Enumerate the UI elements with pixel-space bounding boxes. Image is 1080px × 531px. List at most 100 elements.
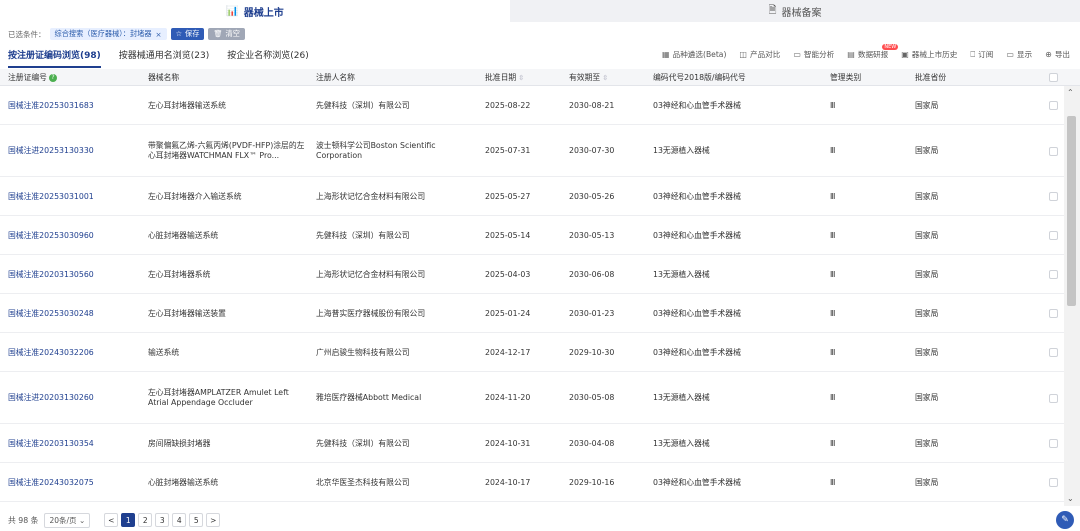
col-valid-until[interactable]: 有效期至 ⇳ (569, 72, 608, 83)
cell-mgmt-class: Ⅲ (830, 393, 836, 402)
table-row[interactable]: 国械注准20243032075 心脏封堵器输送系统 北京华医圣杰科技有限公司 2024… (0, 463, 1064, 502)
row-checkbox[interactable] (1049, 439, 1058, 448)
export-icon: ⊕ (1045, 50, 1052, 59)
cell-registrant: 先健科技（深圳）有限公司 (316, 231, 410, 240)
col-approval-date[interactable]: 批准日期 ⇳ (485, 72, 524, 83)
cell-reg-no[interactable]: 国械注准20243032075 (8, 478, 168, 488)
tab-browse-by-reg-no[interactable]: 按注册证编码浏览(98) (8, 48, 101, 68)
cell-valid-until: 2030-07-30 (569, 146, 615, 155)
filter-chip[interactable]: 综合搜索（医疗器械）：封堵器 × (49, 28, 167, 40)
cell-approval-date: 2025-08-22 (485, 101, 531, 110)
help-icon[interactable]: ? (48, 73, 57, 82)
listing-history-button[interactable]: ▣ 器械上市历史 (901, 49, 957, 60)
clear-button[interactable]: 🗑 清空 (208, 28, 245, 40)
row-checkbox[interactable] (1049, 348, 1058, 357)
cell-reg-no[interactable]: 国械注准20253030248 (8, 309, 168, 319)
subscribe-button[interactable]: ⎕ 订阅 (970, 49, 993, 60)
save-label: 保存 (185, 29, 200, 38)
sort-icon[interactable]: ⇳ (518, 74, 524, 82)
cell-reg-no[interactable]: 国械注准20253030960 (8, 231, 168, 241)
cell-reg-no[interactable]: 国械注准20253031683 (8, 101, 168, 111)
table-row[interactable]: 国械注准20253030248 左心耳封堵器输送装置 上海普实医疗器械股份有限公司 2… (0, 294, 1064, 333)
page-button[interactable]: 2 (138, 513, 153, 527)
cell-device-name: 带聚偏氟乙烯-六氟丙烯(PVDF-HFP)涂层的左心耳封堵器WATCHMAN F… (148, 141, 305, 160)
table-row[interactable]: 国械注准20253031683 左心耳封堵器输送系统 先健科技（深圳）有限公司 202… (0, 86, 1064, 125)
bar-chart-icon: 📊 (226, 5, 239, 17)
page-button[interactable]: 4 (172, 513, 187, 527)
table-row[interactable]: 国械注准20253031001 左心耳封堵器介入输送系统 上海形状记忆合金材料有限公… (0, 177, 1064, 216)
cell-code: 03神经和心血管手术器械 (653, 309, 741, 318)
tab-device-filing[interactable]: 🗎 器械备案 (510, 0, 1080, 22)
table-row[interactable]: 国械注准20243032206 输送系统 广州启骏生物科技有限公司 2024-12-1… (0, 333, 1064, 372)
cell-province: 国家局 (915, 231, 939, 240)
cell-registrant: 先健科技（深圳）有限公司 (316, 101, 410, 110)
table-row[interactable]: 国械注进20203130260 左心耳封堵器AMPLATZER Amulet Le… (0, 372, 1064, 424)
chevron-down-icon[interactable]: ⌄ (1067, 494, 1074, 503)
row-checkbox[interactable] (1049, 394, 1058, 403)
table-row[interactable]: 国械注准20203130354 房间隔缺损封堵器 先健科技（深圳）有限公司 2024-… (0, 424, 1064, 463)
cell-province: 国家局 (915, 309, 939, 318)
cell-device-name: 房间隔缺损封堵器 (148, 439, 211, 448)
page-button[interactable]: 1 (121, 513, 136, 527)
cell-reg-no[interactable]: 国械注准20203130354 (8, 439, 168, 449)
page-button[interactable]: 3 (155, 513, 170, 527)
row-checkbox[interactable] (1049, 147, 1058, 156)
cell-approval-date: 2025-04-03 (485, 270, 531, 279)
row-checkbox[interactable] (1049, 231, 1058, 240)
cell-code: 13无源植入器械 (653, 146, 710, 155)
row-checkbox[interactable] (1049, 192, 1058, 201)
data-report-button[interactable]: ▤ 数据研报 NEW (847, 44, 899, 60)
trash-icon: 🗑 (213, 29, 223, 38)
row-checkbox[interactable] (1049, 101, 1058, 110)
page-button[interactable]: 5 (189, 513, 204, 527)
cell-reg-no[interactable]: 国械注准20253031001 (8, 192, 168, 202)
cell-reg-no[interactable]: 国械注准20243032206 (8, 348, 168, 358)
scroll-thumb[interactable] (1067, 116, 1076, 306)
smart-analysis-button[interactable]: ▭ 智能分析 (793, 49, 834, 60)
monitor-icon: ▭ (793, 50, 801, 59)
filter-chip-text: 综合搜索（医疗器械）：封堵器 (54, 29, 152, 38)
next-page-button[interactable]: > (206, 513, 221, 527)
cell-valid-until: 2030-04-08 (569, 439, 615, 448)
export-button[interactable]: ⊕ 导出 (1045, 49, 1070, 60)
select-all-checkbox[interactable] (1049, 73, 1058, 82)
cell-province: 国家局 (915, 393, 939, 402)
feedback-button[interactable]: ✎ (1056, 511, 1074, 529)
sort-icon[interactable]: ⇳ (602, 74, 608, 82)
tool-label: 导出 (1054, 50, 1070, 59)
total-count: 共 98 条 (8, 515, 39, 525)
chevron-up-icon[interactable]: ⌃ (1067, 88, 1074, 97)
col-name: 器械名称 (148, 72, 179, 83)
cell-reg-no[interactable]: 国械注进20253130330 (8, 146, 168, 156)
variety-selection-button[interactable]: ▦ 品种遴选(Beta) (662, 49, 726, 60)
cell-device-name: 左心耳封堵器AMPLATZER Amulet Left Atrial Appen… (148, 388, 289, 407)
vertical-scrollbar[interactable]: ⌃ ⌄ (1064, 86, 1080, 506)
tab-device-listing[interactable]: 📊 器械上市 (0, 0, 510, 22)
cell-reg-no[interactable]: 国械注准20203130560 (8, 270, 168, 280)
close-icon[interactable]: × (156, 30, 162, 39)
cell-mgmt-class: Ⅲ (830, 309, 836, 318)
col-label: 器械名称 (148, 73, 180, 82)
prev-page-button[interactable]: < (104, 513, 119, 527)
col-reg-no[interactable]: 注册证编号? (8, 72, 57, 83)
page-size-select[interactable]: 20条/页 ⌄ (44, 512, 91, 528)
tab-browse-by-generic-name[interactable]: 按器械通用名浏览(23) (119, 48, 209, 68)
cell-valid-until: 2030-05-08 (569, 393, 615, 402)
cell-province: 国家局 (915, 146, 939, 155)
table-row[interactable]: 国械注准20253030960 心脏封堵器输送系统 先健科技（深圳）有限公司 2025… (0, 216, 1064, 255)
pagination-bar: 共 98 条 20条/页 ⌄ < 1 2 3 4 5 > (8, 512, 221, 528)
product-compare-button[interactable]: ◫ 产品对比 (739, 49, 780, 60)
row-checkbox[interactable] (1049, 309, 1058, 318)
cell-approval-date: 2024-10-17 (485, 478, 531, 487)
cell-valid-until: 2030-01-23 (569, 309, 615, 318)
row-checkbox[interactable] (1049, 478, 1058, 487)
cell-reg-no[interactable]: 国械注进20203130260 (8, 393, 168, 403)
table-row[interactable]: 国械注准20203130560 左心耳封堵器系统 上海形状记忆合金材料有限公司 202… (0, 255, 1064, 294)
tab-browse-by-company[interactable]: 按企业名称浏览(26) (227, 48, 308, 68)
history-icon: ▣ (901, 50, 909, 59)
table-row[interactable]: 国械注进20253130330 带聚偏氟乙烯-六氟丙烯(PVDF-HFP)涂层的左… (0, 125, 1064, 177)
display-button[interactable]: ▭ 显示 (1006, 49, 1032, 60)
star-icon: ☆ (175, 29, 183, 38)
row-checkbox[interactable] (1049, 270, 1058, 279)
save-button[interactable]: ☆ 保存 (170, 28, 205, 40)
